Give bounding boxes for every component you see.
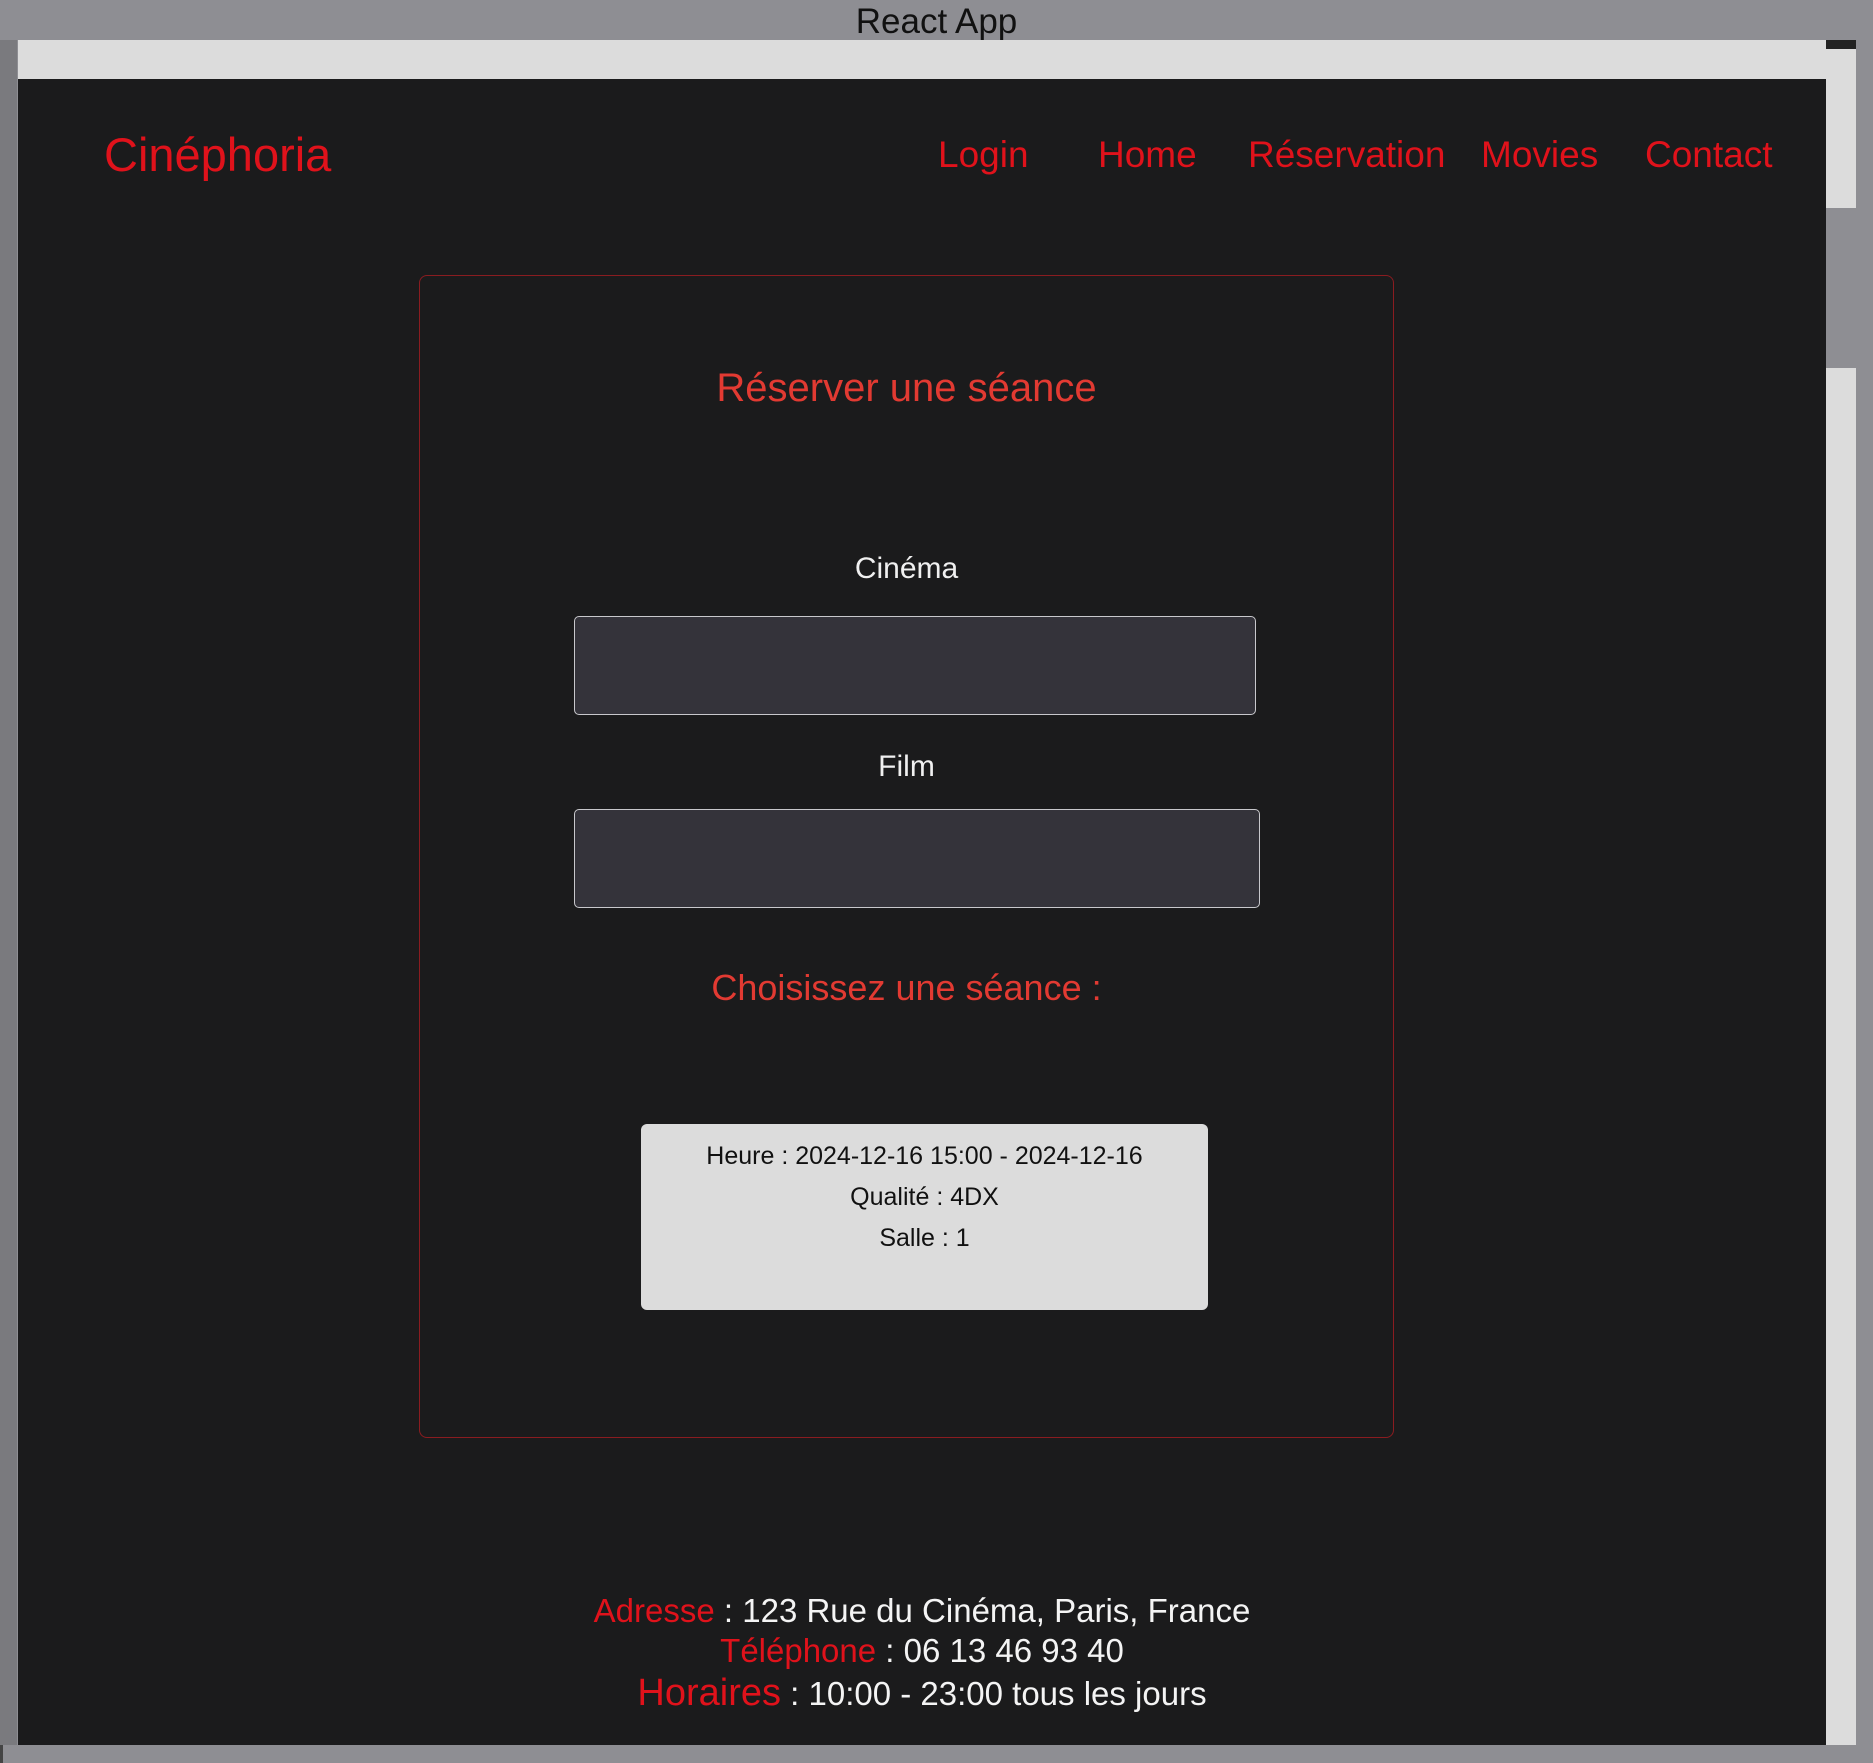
cinema-label: Cinéma bbox=[854, 552, 959, 585]
session-option[interactable]: Heure : 2024-12-16 15:00 - 2024-12-16 Qu… bbox=[641, 1124, 1208, 1310]
brand-logo-text[interactable]: Cinéphoria bbox=[104, 127, 331, 182]
page-viewport: Cinéphoria Login Home Réservation Movies… bbox=[18, 79, 1826, 1745]
browser-window: React App Cinéphoria Login Home Réservat… bbox=[0, 0, 1873, 1763]
film-select[interactable] bbox=[574, 809, 1260, 908]
footer-phone: Téléphone : 06 13 46 93 40 bbox=[18, 1632, 1826, 1670]
window-corner-mark bbox=[0, 1745, 3, 1763]
window-left-edge bbox=[0, 40, 17, 1745]
window-titlebar: React App bbox=[0, 0, 1873, 41]
nav-login[interactable]: Login bbox=[938, 134, 1029, 184]
browser-tabstrip bbox=[18, 40, 1855, 79]
cinema-select[interactable] bbox=[574, 616, 1256, 715]
nav-reservation[interactable]: Réservation bbox=[1248, 134, 1445, 184]
session-quality: Qualité : 4DX bbox=[850, 1183, 999, 1211]
scrollbar-thumb[interactable] bbox=[1826, 208, 1856, 368]
footer-address-value: : 123 Rue du Cinéma, Paris, France bbox=[714, 1592, 1251, 1629]
footer-hours: Horaires : 10:00 - 23:00 tous les jours bbox=[18, 1672, 1826, 1715]
booking-card: Réserver une séance Cinéma Film Choisiss… bbox=[419, 275, 1394, 1438]
film-label: Film bbox=[878, 750, 935, 783]
footer-phone-label: Téléphone bbox=[720, 1632, 877, 1669]
site-header: Cinéphoria Login Home Réservation Movies… bbox=[18, 79, 1826, 247]
session-room: Salle : 1 bbox=[879, 1224, 970, 1252]
window-title: React App bbox=[855, 2, 1018, 41]
sessions-title: Choisissez une séance : bbox=[711, 967, 1102, 1008]
nav-home[interactable]: Home bbox=[1098, 134, 1197, 184]
footer-address: Adresse : 123 Rue du Cinéma, Paris, Fran… bbox=[18, 1592, 1826, 1630]
footer-hours-label: Horaires bbox=[637, 1672, 781, 1714]
nav-movies[interactable]: Movies bbox=[1481, 134, 1598, 184]
tabstrip-marker bbox=[1826, 40, 1856, 49]
footer-hours-value: : 10:00 - 23:00 tous les jours bbox=[781, 1675, 1207, 1712]
session-time: Heure : 2024-12-16 15:00 - 2024-12-16 bbox=[706, 1142, 1143, 1170]
booking-title: Réserver une séance bbox=[716, 366, 1097, 410]
footer-address-label: Adresse bbox=[593, 1592, 715, 1629]
footer-phone-value: : 06 13 46 93 40 bbox=[876, 1632, 1124, 1669]
nav-contact[interactable]: Contact bbox=[1645, 134, 1773, 184]
window-bottom-edge bbox=[0, 1745, 1873, 1763]
